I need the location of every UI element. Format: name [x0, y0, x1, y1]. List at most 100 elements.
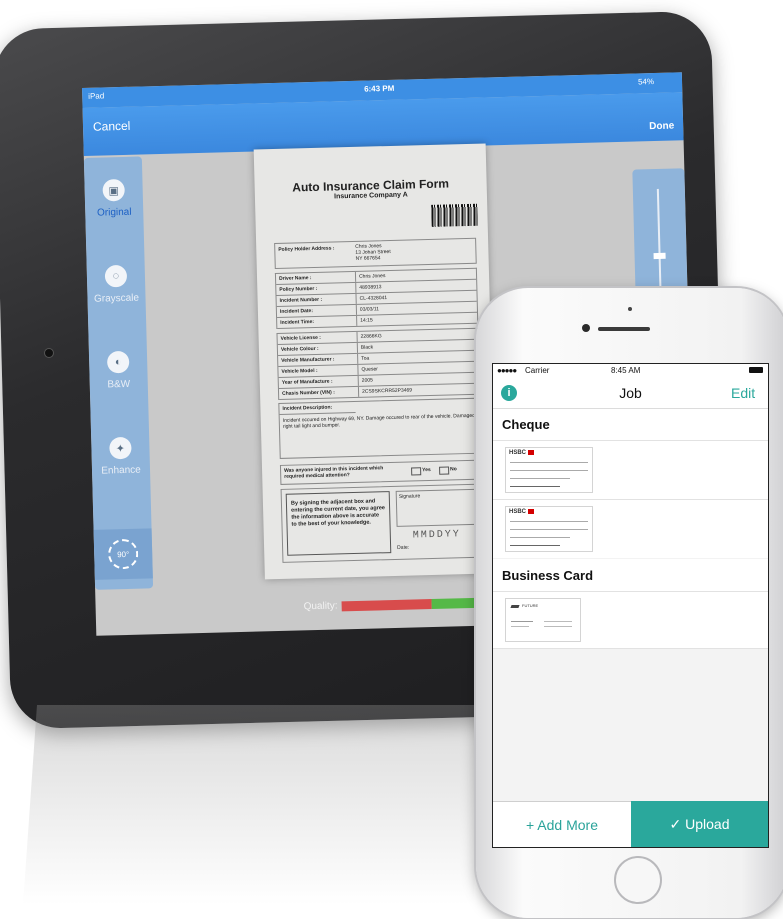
magic-wand-icon: ✦ — [109, 436, 132, 460]
slider-track — [656, 188, 662, 289]
bottom-toolbar: + Add More ✓ Upload — [493, 801, 768, 847]
home-button[interactable] — [614, 856, 662, 904]
iphone-status-bar: ●●●●● Carrier 8:45 AM — [493, 364, 768, 378]
sign-notice: By signing the adjacent box and entering… — [285, 491, 392, 556]
quality-bar — [341, 597, 492, 612]
done-button[interactable]: Done — [649, 121, 674, 133]
row-value: 22866KG — [360, 333, 382, 340]
cheque-line — [510, 537, 570, 538]
bank-hexagon-icon — [528, 450, 534, 455]
row-key: Year of Manufacture : — [278, 375, 359, 388]
upload-button[interactable]: ✓ Upload — [631, 801, 768, 847]
list-item[interactable]: HSBC — [493, 441, 768, 500]
signature-section: By signing the adjacent box and entering… — [280, 483, 485, 563]
rotate-button[interactable]: 90° — [93, 528, 153, 580]
cancel-button[interactable]: Cancel — [93, 119, 131, 134]
injury-question: Was anyone injured in this incident whic… — [279, 459, 483, 485]
iphone-speaker — [598, 327, 650, 331]
filter-sidebar: ▣ Original ◌ Grayscale ◐ B&W ✦ Enhance 9… — [83, 156, 154, 590]
cheque-line — [510, 529, 588, 530]
tool-grayscale-label: Grayscale — [93, 292, 140, 305]
cheque-thumbnail: HSBC — [505, 447, 593, 493]
list-item[interactable]: FUTURE — [493, 592, 768, 649]
tool-enhance[interactable]: ✦ Enhance — [91, 436, 150, 477]
row-key: Vehicle Model : — [278, 364, 359, 377]
ipad-camera — [44, 348, 54, 358]
add-more-button[interactable]: + Add More — [493, 801, 631, 847]
bank-logo: HSBC — [509, 509, 527, 515]
address-label: Policy Holder Address : — [278, 245, 335, 253]
injury-text: Was anyone injured in this incident whic… — [284, 465, 384, 480]
row-value: 2CS9SKCRR52P3469 — [361, 387, 413, 395]
card-line — [544, 621, 572, 622]
bank-logo: HSBC — [509, 450, 527, 456]
row-value: Toa — [361, 355, 370, 362]
list-item[interactable]: HSBC — [493, 500, 768, 558]
quality-segment-low — [341, 599, 432, 612]
cheque-micr-line — [510, 486, 560, 487]
description-box: Incident Description: Incident occured o… — [278, 397, 482, 459]
row-key: Policy Number : — [276, 282, 357, 295]
desc-text: Incident occured on Highway 69, NY. Dama… — [282, 412, 476, 430]
iphone-camera — [582, 324, 590, 332]
row-value: Queser — [361, 366, 378, 373]
card-line — [544, 626, 572, 627]
ipad-status-device: iPad — [88, 91, 105, 101]
section-header-cheque: Cheque — [493, 410, 768, 441]
tool-bw[interactable]: ◐ B&W — [89, 350, 148, 391]
rotate-label: 90° — [117, 549, 130, 559]
driver-table: Driver Name : Chris Jones Policy Number :… — [274, 267, 479, 329]
vehicle-table: Vehicle License :22866KG Vehicle Colour … — [276, 327, 481, 400]
tool-grayscale[interactable]: ◌ Grayscale — [87, 264, 146, 305]
doc-title-block: Auto Insurance Claim Form Insurance Comp… — [255, 175, 487, 202]
row-value: CL-4328041 — [359, 295, 388, 302]
contrast-icon: ◐ — [106, 350, 130, 374]
scanned-document: Auto Insurance Claim Form Insurance Comp… — [253, 143, 497, 580]
slider-handle[interactable] — [653, 252, 666, 260]
row-key: Incident Number : — [276, 293, 357, 306]
yes-checkbox — [411, 467, 422, 476]
rotate-icon: 90° — [107, 538, 139, 570]
status-time: 8:45 AM — [611, 366, 641, 375]
signal-icon: ●●●●● — [497, 366, 517, 375]
tool-enhance-label: Enhance — [101, 464, 141, 477]
edit-button[interactable]: Edit — [731, 385, 755, 401]
date-placeholder: MMDDYY — [412, 529, 461, 542]
row-value: Chris Jones — [358, 273, 386, 280]
row-value: 48938913 — [359, 284, 382, 291]
quality-label: Quality: — [303, 600, 338, 613]
card-line — [511, 621, 533, 622]
tool-original[interactable]: ▣ Original — [84, 178, 143, 219]
cheque-thumbnail: HSBC — [505, 506, 593, 552]
battery-icon — [749, 367, 763, 373]
cheque-line — [510, 478, 570, 479]
cheque-line — [510, 470, 588, 471]
row-key: Vehicle Colour : — [277, 342, 359, 355]
bank-hexagon-icon — [528, 509, 534, 514]
grayscale-icon: ◌ — [104, 264, 128, 288]
ipad-status-time: 6:43 PM — [364, 83, 395, 94]
page-title: Job — [619, 385, 642, 401]
signature-box: Signature — [395, 488, 481, 527]
business-card-thumbnail: FUTURE — [505, 598, 581, 642]
row-key: Vehicle License : — [277, 331, 358, 344]
row-value: Black — [360, 344, 374, 351]
tool-original-label: Original — [96, 206, 132, 219]
signature-label: Signature — [398, 493, 421, 500]
company-name: FUTURE — [522, 603, 539, 608]
section-header-business-card: Business Card — [493, 561, 768, 592]
row-key: Driver Name : — [275, 271, 357, 284]
row-key: Incident Date: — [276, 304, 358, 317]
row-value: 03/03/11 — [359, 306, 380, 313]
iphone-screen: ●●●●● Carrier 8:45 AM i Job Edit Cheque … — [492, 363, 769, 848]
business-card-list: FUTURE — [493, 592, 768, 801]
cheque-line — [510, 521, 588, 522]
tool-bw-label: B&W — [107, 378, 131, 391]
row-value: 14:15 — [360, 317, 373, 324]
carrier-label: Carrier — [525, 366, 550, 375]
iphone-sensor — [628, 307, 632, 311]
row-key: Incident Time: — [277, 315, 358, 328]
yes-label: Yes — [422, 467, 431, 474]
address-value: Chris Jones 13 Johan Street NY 667654 — [355, 243, 391, 262]
image-icon: ▣ — [102, 178, 125, 202]
